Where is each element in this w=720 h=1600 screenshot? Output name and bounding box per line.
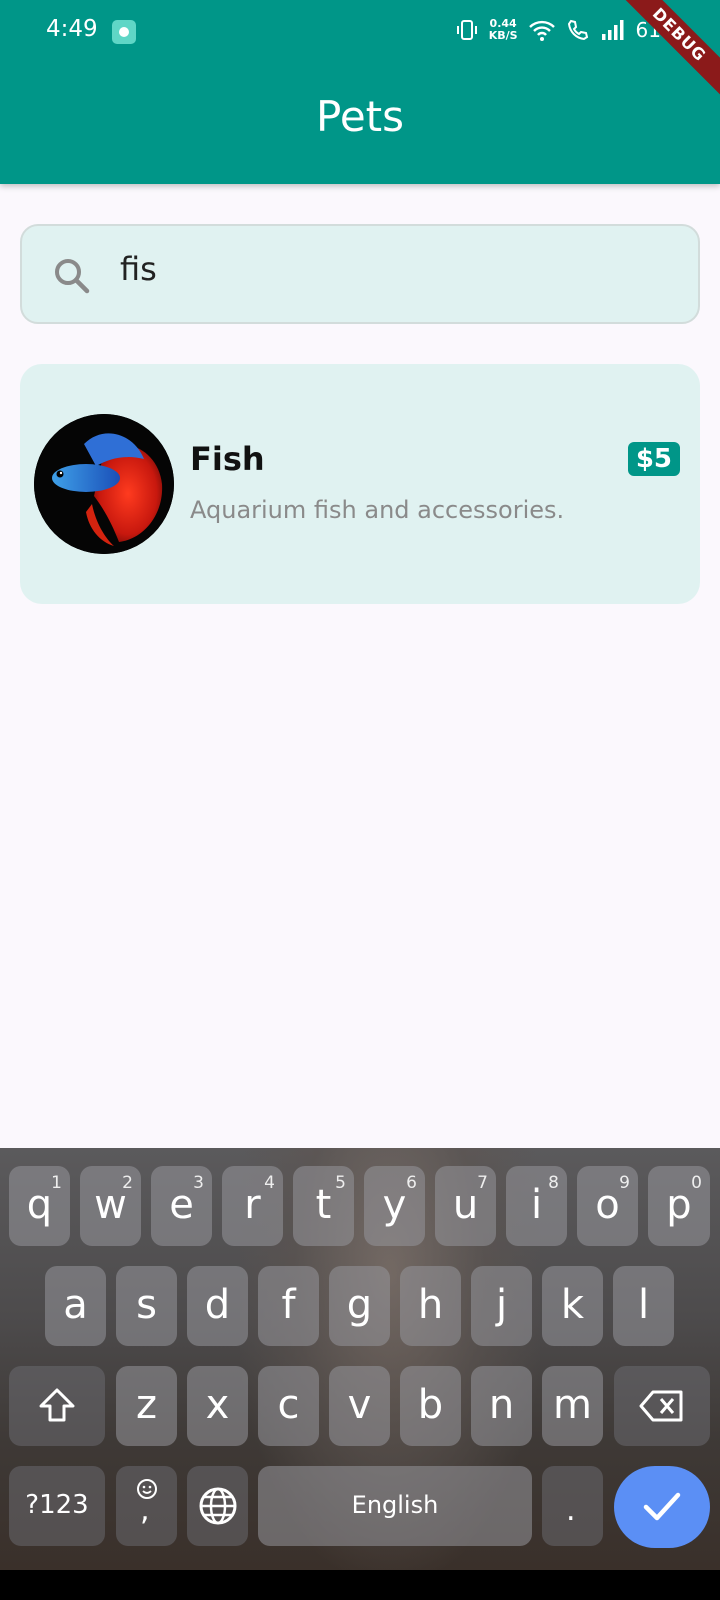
status-time: 4:49	[46, 16, 98, 42]
comma-label: ,	[140, 1493, 150, 1528]
status-icons: 0.44 KB/S 61%	[455, 18, 680, 42]
wifi-icon	[528, 20, 555, 41]
key-a[interactable]: a	[45, 1266, 106, 1346]
app-bar: 4:49 0.44 KB/S 61	[0, 0, 720, 184]
list-item[interactable]: Fish Aquarium fish and accessories. $5	[20, 364, 700, 604]
vibrate-icon	[456, 20, 477, 40]
shift-key[interactable]	[9, 1366, 105, 1446]
key-s[interactable]: s	[116, 1266, 177, 1346]
wifi-call-icon	[567, 19, 588, 41]
key-k[interactable]: k	[542, 1266, 603, 1346]
period-label: .	[566, 1493, 576, 1528]
globe-icon	[199, 1487, 236, 1525]
period-key[interactable]: .	[542, 1466, 603, 1546]
soft-keyboard: q1 w2 e3 r4 t5 y6 u7 i8 o9 p0 a s d f g …	[0, 1148, 720, 1570]
key-b[interactable]: b	[400, 1366, 461, 1446]
shift-icon	[39, 1388, 75, 1422]
key-u[interactable]: u7	[435, 1166, 496, 1246]
key-v[interactable]: v	[329, 1366, 390, 1446]
app-notification-icon	[112, 20, 136, 44]
key-hint: 0	[691, 1173, 702, 1193]
system-navigation-bar	[0, 1570, 720, 1600]
network-speed: 0.44 KB/S	[489, 18, 518, 42]
search-icon	[55, 259, 90, 294]
enter-key[interactable]	[614, 1466, 710, 1548]
key-label: i	[530, 1182, 543, 1228]
comma-emoji-key[interactable]: ,	[116, 1466, 177, 1546]
price-badge: $5	[627, 442, 680, 476]
key-n[interactable]: n	[471, 1366, 532, 1446]
backspace-icon	[639, 1390, 683, 1422]
key-t[interactable]: t5	[293, 1166, 354, 1246]
key-i[interactable]: i8	[506, 1166, 567, 1246]
search-input[interactable]: fis	[20, 224, 700, 324]
key-z[interactable]: z	[116, 1366, 177, 1446]
key-hint: 5	[335, 1173, 346, 1193]
key-hint: 4	[264, 1173, 275, 1193]
page-title: Pets	[315, 92, 405, 141]
fish-image	[34, 414, 174, 554]
key-hint: 6	[406, 1173, 417, 1193]
symbols-key[interactable]: ?123	[9, 1466, 105, 1546]
key-hint: 8	[548, 1173, 559, 1193]
key-label: u	[452, 1182, 479, 1228]
key-j[interactable]: j	[471, 1266, 532, 1346]
status-bar: 4:49 0.44 KB/S 61	[0, 0, 720, 64]
key-p[interactable]: p0	[648, 1166, 710, 1246]
key-label: y	[382, 1182, 407, 1228]
key-label: r	[244, 1182, 261, 1228]
key-h[interactable]: h	[400, 1266, 461, 1346]
key-c[interactable]: c	[258, 1366, 319, 1446]
key-f[interactable]: f	[258, 1266, 319, 1346]
search-value: fis	[120, 250, 157, 288]
signal-icon	[601, 20, 624, 40]
key-label: t	[315, 1182, 332, 1228]
backspace-key[interactable]	[614, 1366, 710, 1446]
key-g[interactable]: g	[329, 1266, 390, 1346]
network-speed-unit: KB/S	[488, 29, 518, 42]
key-y[interactable]: y6	[364, 1166, 425, 1246]
key-label: o	[595, 1182, 620, 1228]
key-hint: 9	[619, 1173, 630, 1193]
key-hint: 2	[122, 1173, 133, 1193]
key-hint: 3	[193, 1173, 204, 1193]
fish-avatar	[34, 414, 174, 554]
key-x[interactable]: x	[187, 1366, 248, 1446]
key-o[interactable]: o9	[577, 1166, 638, 1246]
language-key[interactable]	[187, 1466, 248, 1546]
key-d[interactable]: d	[187, 1266, 248, 1346]
key-label: e	[169, 1182, 194, 1228]
checkmark-icon	[643, 1492, 681, 1521]
key-q[interactable]: q1	[9, 1166, 70, 1246]
key-label: q	[26, 1182, 53, 1228]
key-label: p	[666, 1182, 692, 1228]
key-m[interactable]: m	[542, 1366, 603, 1446]
key-e[interactable]: e3	[151, 1166, 212, 1246]
item-description: Aquarium fish and accessories.	[190, 496, 565, 524]
key-l[interactable]: l	[613, 1266, 674, 1346]
key-w[interactable]: w2	[80, 1166, 141, 1246]
item-name: Fish	[190, 440, 265, 478]
key-hint: 1	[51, 1173, 62, 1193]
key-r[interactable]: r4	[222, 1166, 283, 1246]
key-hint: 7	[477, 1173, 488, 1193]
space-key[interactable]: English	[258, 1466, 532, 1546]
